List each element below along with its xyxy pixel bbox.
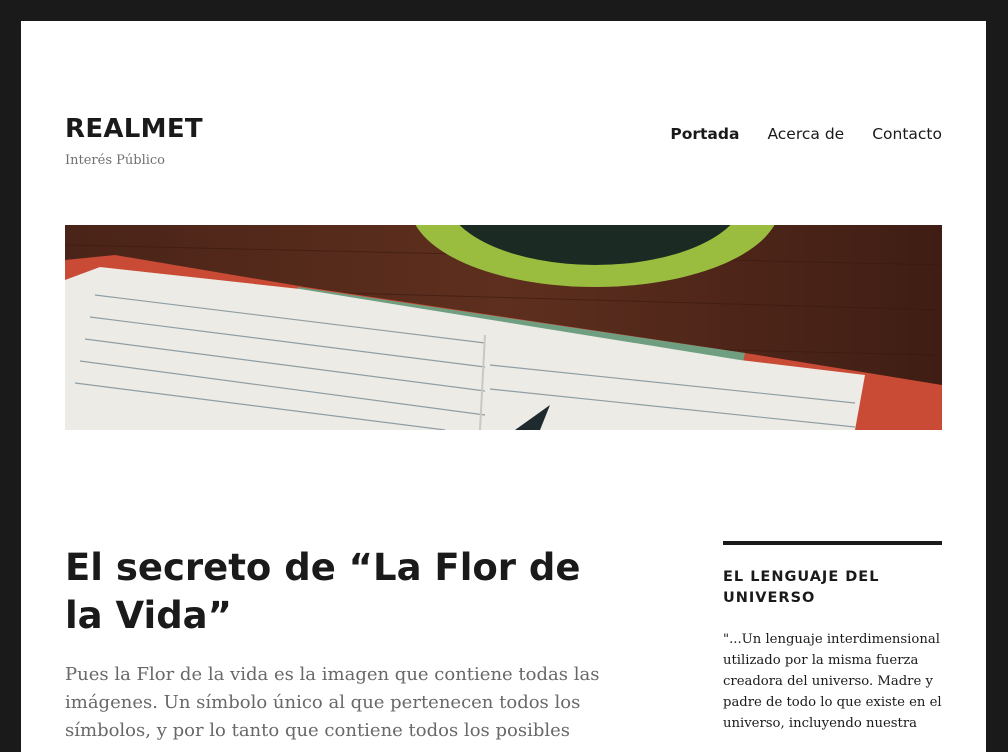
widget-divider	[723, 541, 942, 545]
post-title[interactable]: El secreto de “La Flor de la Vida”	[65, 544, 625, 640]
nav-item-acerca-de[interactable]: Acerca de	[767, 125, 844, 143]
nav-item-contacto[interactable]: Contacto	[872, 125, 942, 143]
site-title[interactable]: REALMET	[65, 114, 203, 144]
nav-item-portada[interactable]: Portada	[670, 125, 739, 143]
widget-text: "...Un lenguaje interdimensional utiliza…	[723, 632, 942, 731]
main-navigation: Portada Acerca de Contacto	[670, 125, 942, 143]
post-summary: Pues la Flor de la vida es la imagen que…	[65, 664, 600, 741]
page: REALMET Interés Público Portada Acerca d…	[21, 21, 986, 752]
site-description: Interés Público	[65, 153, 166, 168]
header-image	[65, 225, 942, 430]
widget-title: EL LENGUAJE DEL UNIVERSO	[723, 569, 880, 606]
